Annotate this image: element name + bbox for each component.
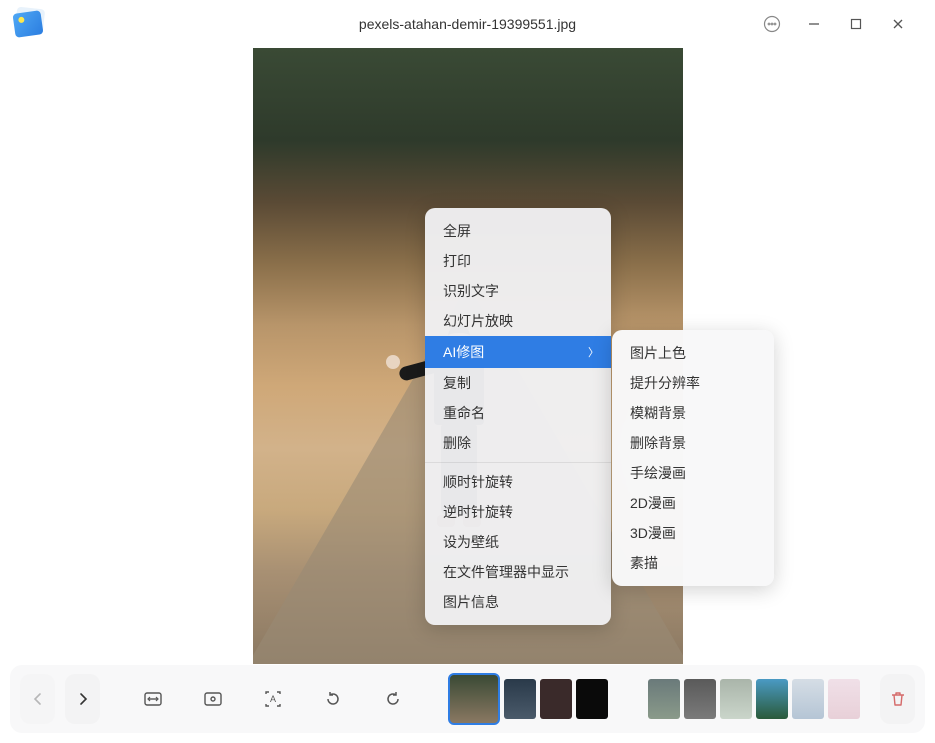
menu-item-ocr[interactable]: 识别文字 [425, 276, 611, 306]
submenu-remove-bg[interactable]: 删除背景 [612, 428, 774, 458]
submenu-2d-comic[interactable]: 2D漫画 [612, 488, 774, 518]
menu-item-copy[interactable]: 复制 [425, 368, 611, 398]
app-icon [14, 8, 46, 40]
menu-item-slideshow[interactable]: 幻灯片放映 [425, 306, 611, 336]
prev-button[interactable] [20, 674, 55, 724]
menu-item-rename[interactable]: 重命名 [425, 398, 611, 428]
submenu-blur-bg[interactable]: 模糊背景 [612, 398, 774, 428]
menu-item-label: 删除 [443, 433, 471, 453]
thumbnail-strip [448, 673, 860, 725]
thumbnail[interactable] [540, 679, 572, 719]
thumbnail[interactable] [576, 679, 608, 719]
ai-submenu: 图片上色 提升分辨率 模糊背景 删除背景 手绘漫画 2D漫画 3D漫画 素描 [612, 330, 774, 586]
menu-item-label: 识别文字 [443, 281, 499, 301]
submenu-sketch[interactable]: 素描 [612, 548, 774, 578]
menu-item-label: 删除背景 [630, 433, 686, 453]
thumbnail[interactable] [828, 679, 860, 719]
submenu-hand-drawn[interactable]: 手绘漫画 [612, 458, 774, 488]
maximize-icon[interactable] [847, 15, 865, 33]
submenu-3d-comic[interactable]: 3D漫画 [612, 518, 774, 548]
menu-item-rotate-cw[interactable]: 顺时针旋转 [425, 467, 611, 497]
rotate-cw-icon[interactable] [368, 674, 418, 724]
menu-item-fullscreen[interactable]: 全屏 [425, 216, 611, 246]
delete-button[interactable] [880, 674, 915, 724]
context-menu: 全屏 打印 识别文字 幻灯片放映 AI修图 〉 复制 重命名 删除 顺时针旋转 … [425, 208, 611, 625]
menu-item-label: 复制 [443, 373, 471, 393]
menu-item-rotate-ccw[interactable]: 逆时针旋转 [425, 497, 611, 527]
menu-item-label: 逆时针旋转 [443, 502, 513, 522]
more-options-icon[interactable] [763, 15, 781, 33]
window-title: pexels-atahan-demir-19399551.jpg [359, 16, 576, 32]
svg-text:A: A [270, 694, 276, 704]
ocr-icon[interactable]: A [248, 674, 298, 724]
menu-item-label: 重命名 [443, 403, 485, 423]
menu-divider [425, 462, 611, 463]
title-bar: pexels-atahan-demir-19399551.jpg [0, 0, 935, 48]
menu-item-print[interactable]: 打印 [425, 246, 611, 276]
fit-screen-icon[interactable] [188, 674, 238, 724]
thumbnail[interactable] [792, 679, 824, 719]
submenu-colorize[interactable]: 图片上色 [612, 338, 774, 368]
menu-item-label: 提升分辨率 [630, 373, 700, 393]
menu-item-label: 3D漫画 [630, 523, 676, 543]
toolbar-tools: A [128, 674, 418, 724]
menu-item-label: 图片信息 [443, 592, 499, 612]
thumbnail[interactable] [756, 679, 788, 719]
menu-item-image-info[interactable]: 图片信息 [425, 587, 611, 617]
rotate-ccw-icon[interactable] [308, 674, 358, 724]
thumbnail[interactable] [684, 679, 716, 719]
menu-item-label: 设为壁纸 [443, 532, 499, 552]
menu-item-ai-retouch[interactable]: AI修图 〉 [425, 336, 611, 368]
thumbnail[interactable] [504, 679, 536, 719]
chevron-right-icon: 〉 [588, 344, 599, 360]
menu-item-label: 素描 [630, 553, 658, 573]
menu-item-label: 幻灯片放映 [443, 311, 513, 331]
menu-item-label: 模糊背景 [630, 403, 686, 423]
fit-width-icon[interactable] [128, 674, 178, 724]
menu-item-label: 打印 [443, 251, 471, 271]
menu-item-label: AI修图 [443, 342, 484, 362]
close-icon[interactable] [889, 15, 907, 33]
menu-item-show-in-fm[interactable]: 在文件管理器中显示 [425, 557, 611, 587]
menu-item-label: 在文件管理器中显示 [443, 562, 569, 582]
minimize-icon[interactable] [805, 15, 823, 33]
menu-item-label: 全屏 [443, 221, 471, 241]
menu-item-label: 顺时针旋转 [443, 472, 513, 492]
next-button[interactable] [65, 674, 100, 724]
thumbnail-current[interactable] [448, 673, 500, 725]
thumbnail[interactable] [720, 679, 752, 719]
window-controls [763, 15, 927, 33]
menu-item-label: 图片上色 [630, 343, 686, 363]
menu-item-label: 手绘漫画 [630, 463, 686, 483]
menu-item-set-wallpaper[interactable]: 设为壁纸 [425, 527, 611, 557]
thumbnail[interactable] [648, 679, 680, 719]
submenu-upscale[interactable]: 提升分辨率 [612, 368, 774, 398]
menu-item-label: 2D漫画 [630, 493, 676, 513]
bottom-toolbar: A [10, 665, 925, 733]
menu-item-delete[interactable]: 删除 [425, 428, 611, 458]
